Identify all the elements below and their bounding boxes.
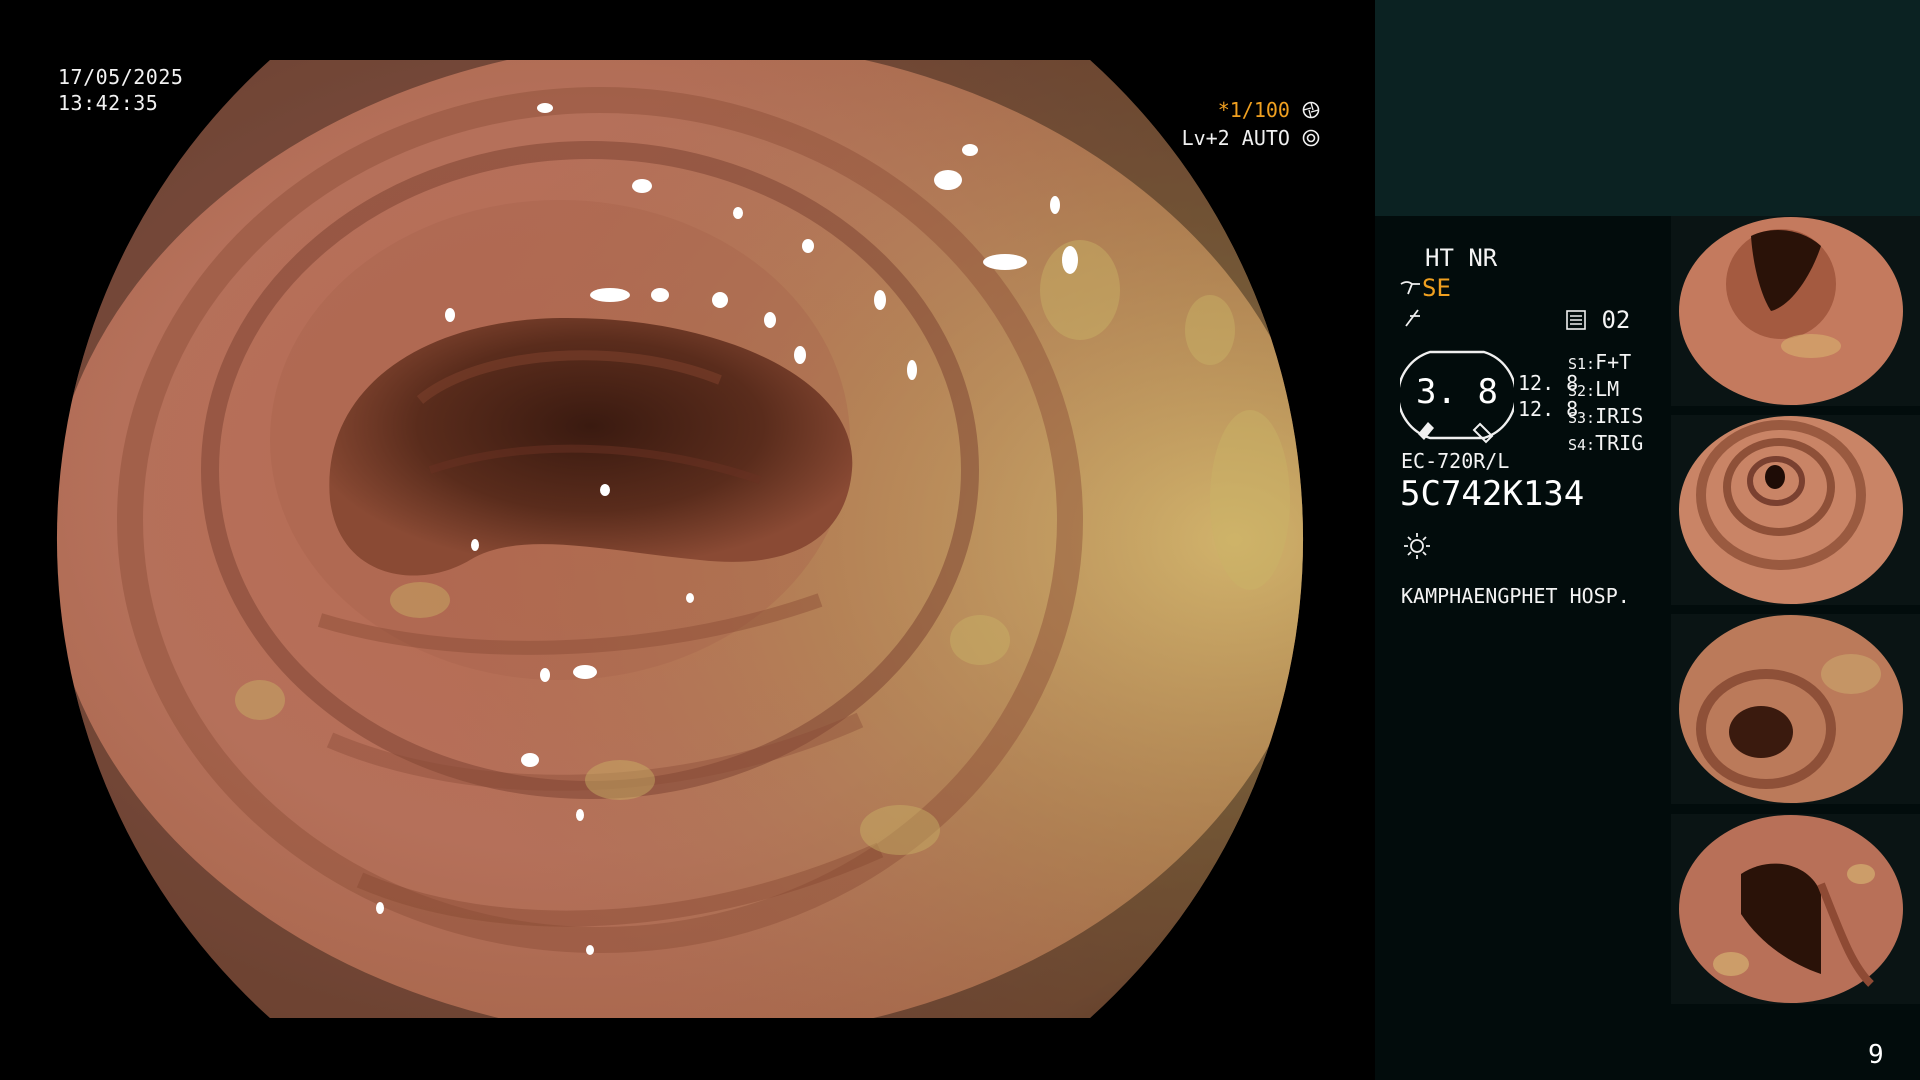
- structure-enhance-icon: [1400, 281, 1420, 295]
- thumbnail-4[interactable]: [1671, 814, 1920, 1004]
- date-text: 17/05/2025: [58, 65, 184, 89]
- switch-row: S4:TRIG: [1568, 431, 1644, 455]
- scope-serial: 5C742K134: [1400, 474, 1585, 514]
- date-time: 17/05/2025 13:42:35: [58, 64, 183, 116]
- memo-icon: [1566, 310, 1586, 330]
- memory-indicator: 02: [1565, 306, 1630, 334]
- color-mode-icon: [1402, 306, 1424, 332]
- endoscope-viewer: 17/05/2025 13:42:35 *1/100 Lv+2 AUTO: [0, 0, 1372, 1080]
- aperture-icon: [1302, 101, 1320, 119]
- endoscopic-image: [56, 60, 1304, 1018]
- light-source-icon: [1302, 129, 1320, 147]
- panel-header: [1375, 0, 1920, 216]
- switch-row: S1:F+T: [1568, 350, 1632, 374]
- switch-row: S2:LM: [1568, 377, 1620, 401]
- shutter-value: 1/100: [1229, 98, 1290, 122]
- page-number: 9: [1868, 1040, 1884, 1070]
- ht-nr-label: HT NR: [1425, 244, 1498, 272]
- hospital-name: KAMPHAENGPHET HOSP.: [1401, 584, 1630, 608]
- se-setting: SE: [1400, 274, 1451, 302]
- brightness-icon: [1402, 530, 1432, 564]
- thumbnail-1[interactable]: [1671, 216, 1920, 406]
- auto-mode: AUTO: [1241, 126, 1290, 150]
- scope-switch-list: S1:F+T S2:LM S3:IRIS S4:TRIG: [1568, 350, 1643, 458]
- thumbnail-3[interactable]: [1671, 614, 1920, 804]
- scope-model: EC-720R/L: [1401, 449, 1510, 473]
- shutter-prefix: *: [1217, 98, 1230, 122]
- se-label: SE: [1422, 274, 1451, 302]
- time-text: 13:42:35: [58, 91, 159, 115]
- magnification-gauge: 3. 8: [1400, 350, 1514, 444]
- level-value: Lv+2: [1181, 126, 1230, 150]
- thumbnail-2[interactable]: [1671, 415, 1920, 605]
- memory-number: 02: [1601, 306, 1631, 334]
- shutter-readout: *1/100 Lv+2 AUTO: [1160, 96, 1320, 152]
- switch-row: S3:IRIS: [1568, 404, 1644, 428]
- gauge-value: 3. 8: [1416, 372, 1498, 412]
